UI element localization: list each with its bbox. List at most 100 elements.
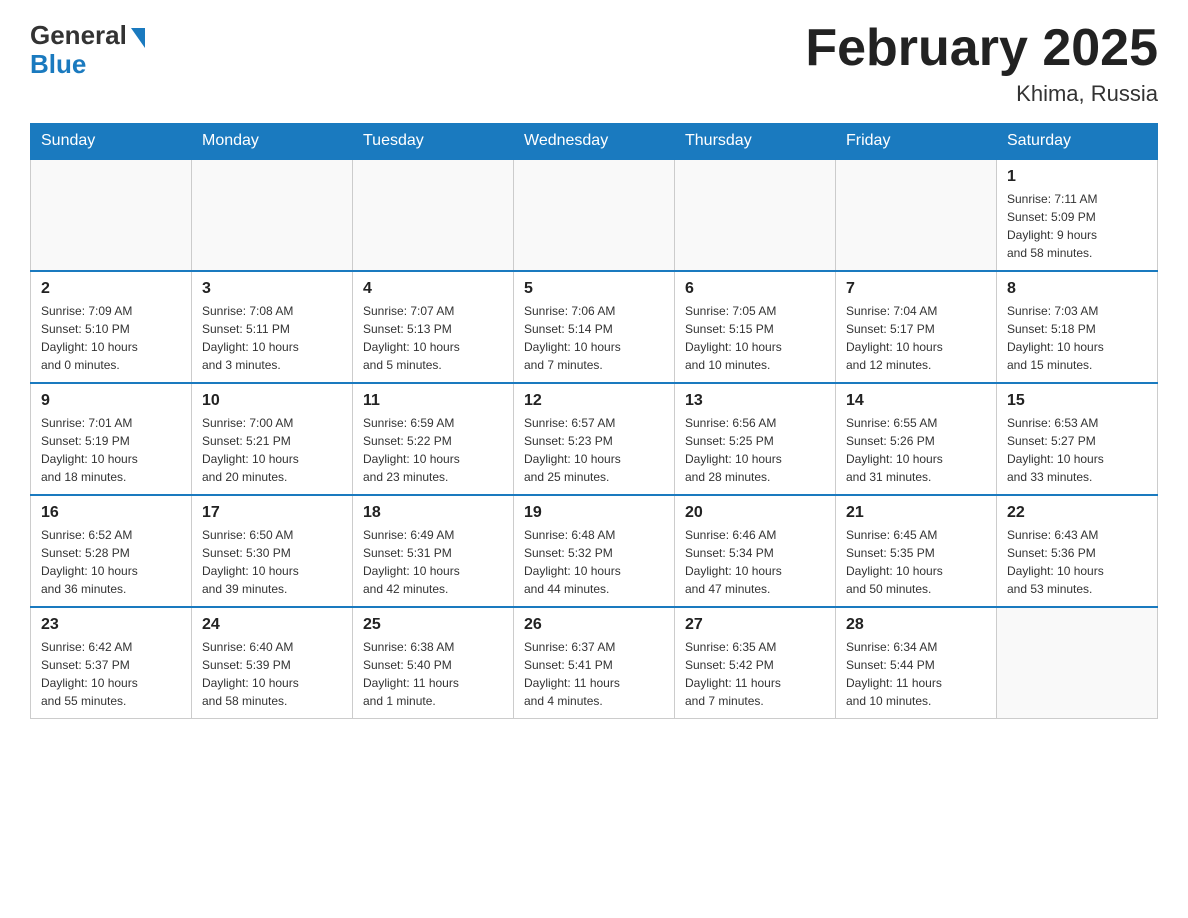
- day-number: 28: [846, 616, 986, 634]
- day-info: Sunrise: 6:48 AMSunset: 5:32 PMDaylight:…: [524, 526, 664, 598]
- day-info: Sunrise: 6:35 AMSunset: 5:42 PMDaylight:…: [685, 638, 825, 710]
- table-row: 16Sunrise: 6:52 AMSunset: 5:28 PMDayligh…: [31, 495, 192, 607]
- calendar-week-row: 23 Sunrise: 6:42 AMSunset: 5:37 PMDayligh…: [31, 607, 1158, 719]
- day-number: 15: [1007, 392, 1147, 410]
- table-row: 15 Sunrise: 6:53 AMSunset: 5:27 PMDayligh…: [997, 383, 1158, 495]
- col-friday: Friday: [836, 124, 997, 160]
- table-row: 11 Sunrise: 6:59 AMSunset: 5:22 PMDayligh…: [353, 383, 514, 495]
- day-number: 23: [41, 616, 181, 634]
- col-tuesday: Tuesday: [353, 124, 514, 160]
- day-number: 8: [1007, 280, 1147, 298]
- day-number: 5: [524, 280, 664, 298]
- day-info: Sunrise: 6:52 AMSunset: 5:28 PMDaylight:…: [41, 526, 181, 598]
- day-number: 14: [846, 392, 986, 410]
- table-row: 20 Sunrise: 6:46 AMSunset: 5:34 PMDayligh…: [675, 495, 836, 607]
- month-title: February 2025: [805, 20, 1158, 77]
- table-row: [353, 159, 514, 271]
- title-section: February 2025 Khima, Russia: [805, 20, 1158, 107]
- day-info: Sunrise: 6:38 AMSunset: 5:40 PMDaylight:…: [363, 638, 503, 710]
- day-number: 4: [363, 280, 503, 298]
- table-row: 9Sunrise: 7:01 AMSunset: 5:19 PMDaylight…: [31, 383, 192, 495]
- day-info: Sunrise: 7:07 AMSunset: 5:13 PMDaylight:…: [363, 302, 503, 374]
- table-row: 27 Sunrise: 6:35 AMSunset: 5:42 PMDayligh…: [675, 607, 836, 719]
- day-info: Sunrise: 7:00 AMSunset: 5:21 PMDaylight:…: [202, 414, 342, 486]
- table-row: 21 Sunrise: 6:45 AMSunset: 5:35 PMDayligh…: [836, 495, 997, 607]
- day-number: 25: [363, 616, 503, 634]
- table-row: 10 Sunrise: 7:00 AMSunset: 5:21 PMDayligh…: [192, 383, 353, 495]
- col-saturday: Saturday: [997, 124, 1158, 160]
- day-number: 19: [524, 504, 664, 522]
- table-row: 28 Sunrise: 6:34 AMSunset: 5:44 PMDayligh…: [836, 607, 997, 719]
- table-row: 14 Sunrise: 6:55 AMSunset: 5:26 PMDayligh…: [836, 383, 997, 495]
- table-row: 25 Sunrise: 6:38 AMSunset: 5:40 PMDayligh…: [353, 607, 514, 719]
- day-number: 11: [363, 392, 503, 410]
- day-number: 2: [41, 280, 181, 298]
- day-info: Sunrise: 7:01 AMSunset: 5:19 PMDaylight:…: [41, 414, 181, 486]
- table-row: 13Sunrise: 6:56 AMSunset: 5:25 PMDayligh…: [675, 383, 836, 495]
- day-info: Sunrise: 6:53 AMSunset: 5:27 PMDaylight:…: [1007, 414, 1147, 486]
- table-row: 6 Sunrise: 7:05 AMSunset: 5:15 PMDaylight…: [675, 271, 836, 383]
- logo-general-text: General: [30, 20, 127, 51]
- table-row: 19 Sunrise: 6:48 AMSunset: 5:32 PMDayligh…: [514, 495, 675, 607]
- day-info: Sunrise: 6:40 AMSunset: 5:39 PMDaylight:…: [202, 638, 342, 710]
- table-row: 23 Sunrise: 6:42 AMSunset: 5:37 PMDayligh…: [31, 607, 192, 719]
- day-number: 24: [202, 616, 342, 634]
- calendar-week-row: 1 Sunrise: 7:11 AMSunset: 5:09 PMDaylight…: [31, 159, 1158, 271]
- calendar-table: Sunday Monday Tuesday Wednesday Thursday…: [30, 123, 1158, 719]
- day-number: 17: [202, 504, 342, 522]
- table-row: [514, 159, 675, 271]
- day-info: Sunrise: 6:42 AMSunset: 5:37 PMDaylight:…: [41, 638, 181, 710]
- day-info: Sunrise: 6:59 AMSunset: 5:22 PMDaylight:…: [363, 414, 503, 486]
- page-header: General Blue February 2025 Khima, Russia: [30, 20, 1158, 107]
- day-info: Sunrise: 6:50 AMSunset: 5:30 PMDaylight:…: [202, 526, 342, 598]
- day-info: Sunrise: 7:05 AMSunset: 5:15 PMDaylight:…: [685, 302, 825, 374]
- day-number: 6: [685, 280, 825, 298]
- table-row: 26Sunrise: 6:37 AMSunset: 5:41 PMDayligh…: [514, 607, 675, 719]
- day-info: Sunrise: 6:34 AMSunset: 5:44 PMDaylight:…: [846, 638, 986, 710]
- day-number: 12: [524, 392, 664, 410]
- day-number: 20: [685, 504, 825, 522]
- day-number: 10: [202, 392, 342, 410]
- day-info: Sunrise: 6:46 AMSunset: 5:34 PMDaylight:…: [685, 526, 825, 598]
- table-row: 24 Sunrise: 6:40 AMSunset: 5:39 PMDayligh…: [192, 607, 353, 719]
- col-thursday: Thursday: [675, 124, 836, 160]
- calendar-week-row: 2 Sunrise: 7:09 AMSunset: 5:10 PMDaylight…: [31, 271, 1158, 383]
- table-row: [836, 159, 997, 271]
- day-number: 22: [1007, 504, 1147, 522]
- table-row: 2 Sunrise: 7:09 AMSunset: 5:10 PMDaylight…: [31, 271, 192, 383]
- table-row: [192, 159, 353, 271]
- col-sunday: Sunday: [31, 124, 192, 160]
- table-row: 12Sunrise: 6:57 AMSunset: 5:23 PMDayligh…: [514, 383, 675, 495]
- logo-triangle-icon: [131, 28, 145, 48]
- table-row: 8 Sunrise: 7:03 AMSunset: 5:18 PMDaylight…: [997, 271, 1158, 383]
- day-info: Sunrise: 6:55 AMSunset: 5:26 PMDaylight:…: [846, 414, 986, 486]
- table-row: [997, 607, 1158, 719]
- table-row: 4 Sunrise: 7:07 AMSunset: 5:13 PMDaylight…: [353, 271, 514, 383]
- day-number: 27: [685, 616, 825, 634]
- logo: General Blue: [30, 20, 145, 80]
- table-row: 7Sunrise: 7:04 AMSunset: 5:17 PMDaylight…: [836, 271, 997, 383]
- calendar-header-row: Sunday Monday Tuesday Wednesday Thursday…: [31, 124, 1158, 160]
- day-number: 7: [846, 280, 986, 298]
- day-info: Sunrise: 7:06 AMSunset: 5:14 PMDaylight:…: [524, 302, 664, 374]
- day-info: Sunrise: 7:09 AMSunset: 5:10 PMDaylight:…: [41, 302, 181, 374]
- table-row: 18 Sunrise: 6:49 AMSunset: 5:31 PMDayligh…: [353, 495, 514, 607]
- day-number: 1: [1007, 168, 1147, 186]
- day-info: Sunrise: 6:49 AMSunset: 5:31 PMDaylight:…: [363, 526, 503, 598]
- day-info: Sunrise: 7:03 AMSunset: 5:18 PMDaylight:…: [1007, 302, 1147, 374]
- day-info: Sunrise: 6:45 AMSunset: 5:35 PMDaylight:…: [846, 526, 986, 598]
- table-row: 22 Sunrise: 6:43 AMSunset: 5:36 PMDayligh…: [997, 495, 1158, 607]
- day-number: 18: [363, 504, 503, 522]
- day-info: Sunrise: 6:37 AMSunset: 5:41 PMDaylight:…: [524, 638, 664, 710]
- table-row: 3Sunrise: 7:08 AMSunset: 5:11 PMDaylight…: [192, 271, 353, 383]
- table-row: 5 Sunrise: 7:06 AMSunset: 5:14 PMDaylight…: [514, 271, 675, 383]
- calendar-week-row: 9Sunrise: 7:01 AMSunset: 5:19 PMDaylight…: [31, 383, 1158, 495]
- logo-blue-text: Blue: [30, 49, 86, 80]
- location-text: Khima, Russia: [805, 81, 1158, 107]
- day-info: Sunrise: 7:11 AMSunset: 5:09 PMDaylight:…: [1007, 190, 1147, 262]
- day-info: Sunrise: 6:43 AMSunset: 5:36 PMDaylight:…: [1007, 526, 1147, 598]
- day-number: 21: [846, 504, 986, 522]
- table-row: [675, 159, 836, 271]
- day-number: 13: [685, 392, 825, 410]
- calendar-week-row: 16Sunrise: 6:52 AMSunset: 5:28 PMDayligh…: [31, 495, 1158, 607]
